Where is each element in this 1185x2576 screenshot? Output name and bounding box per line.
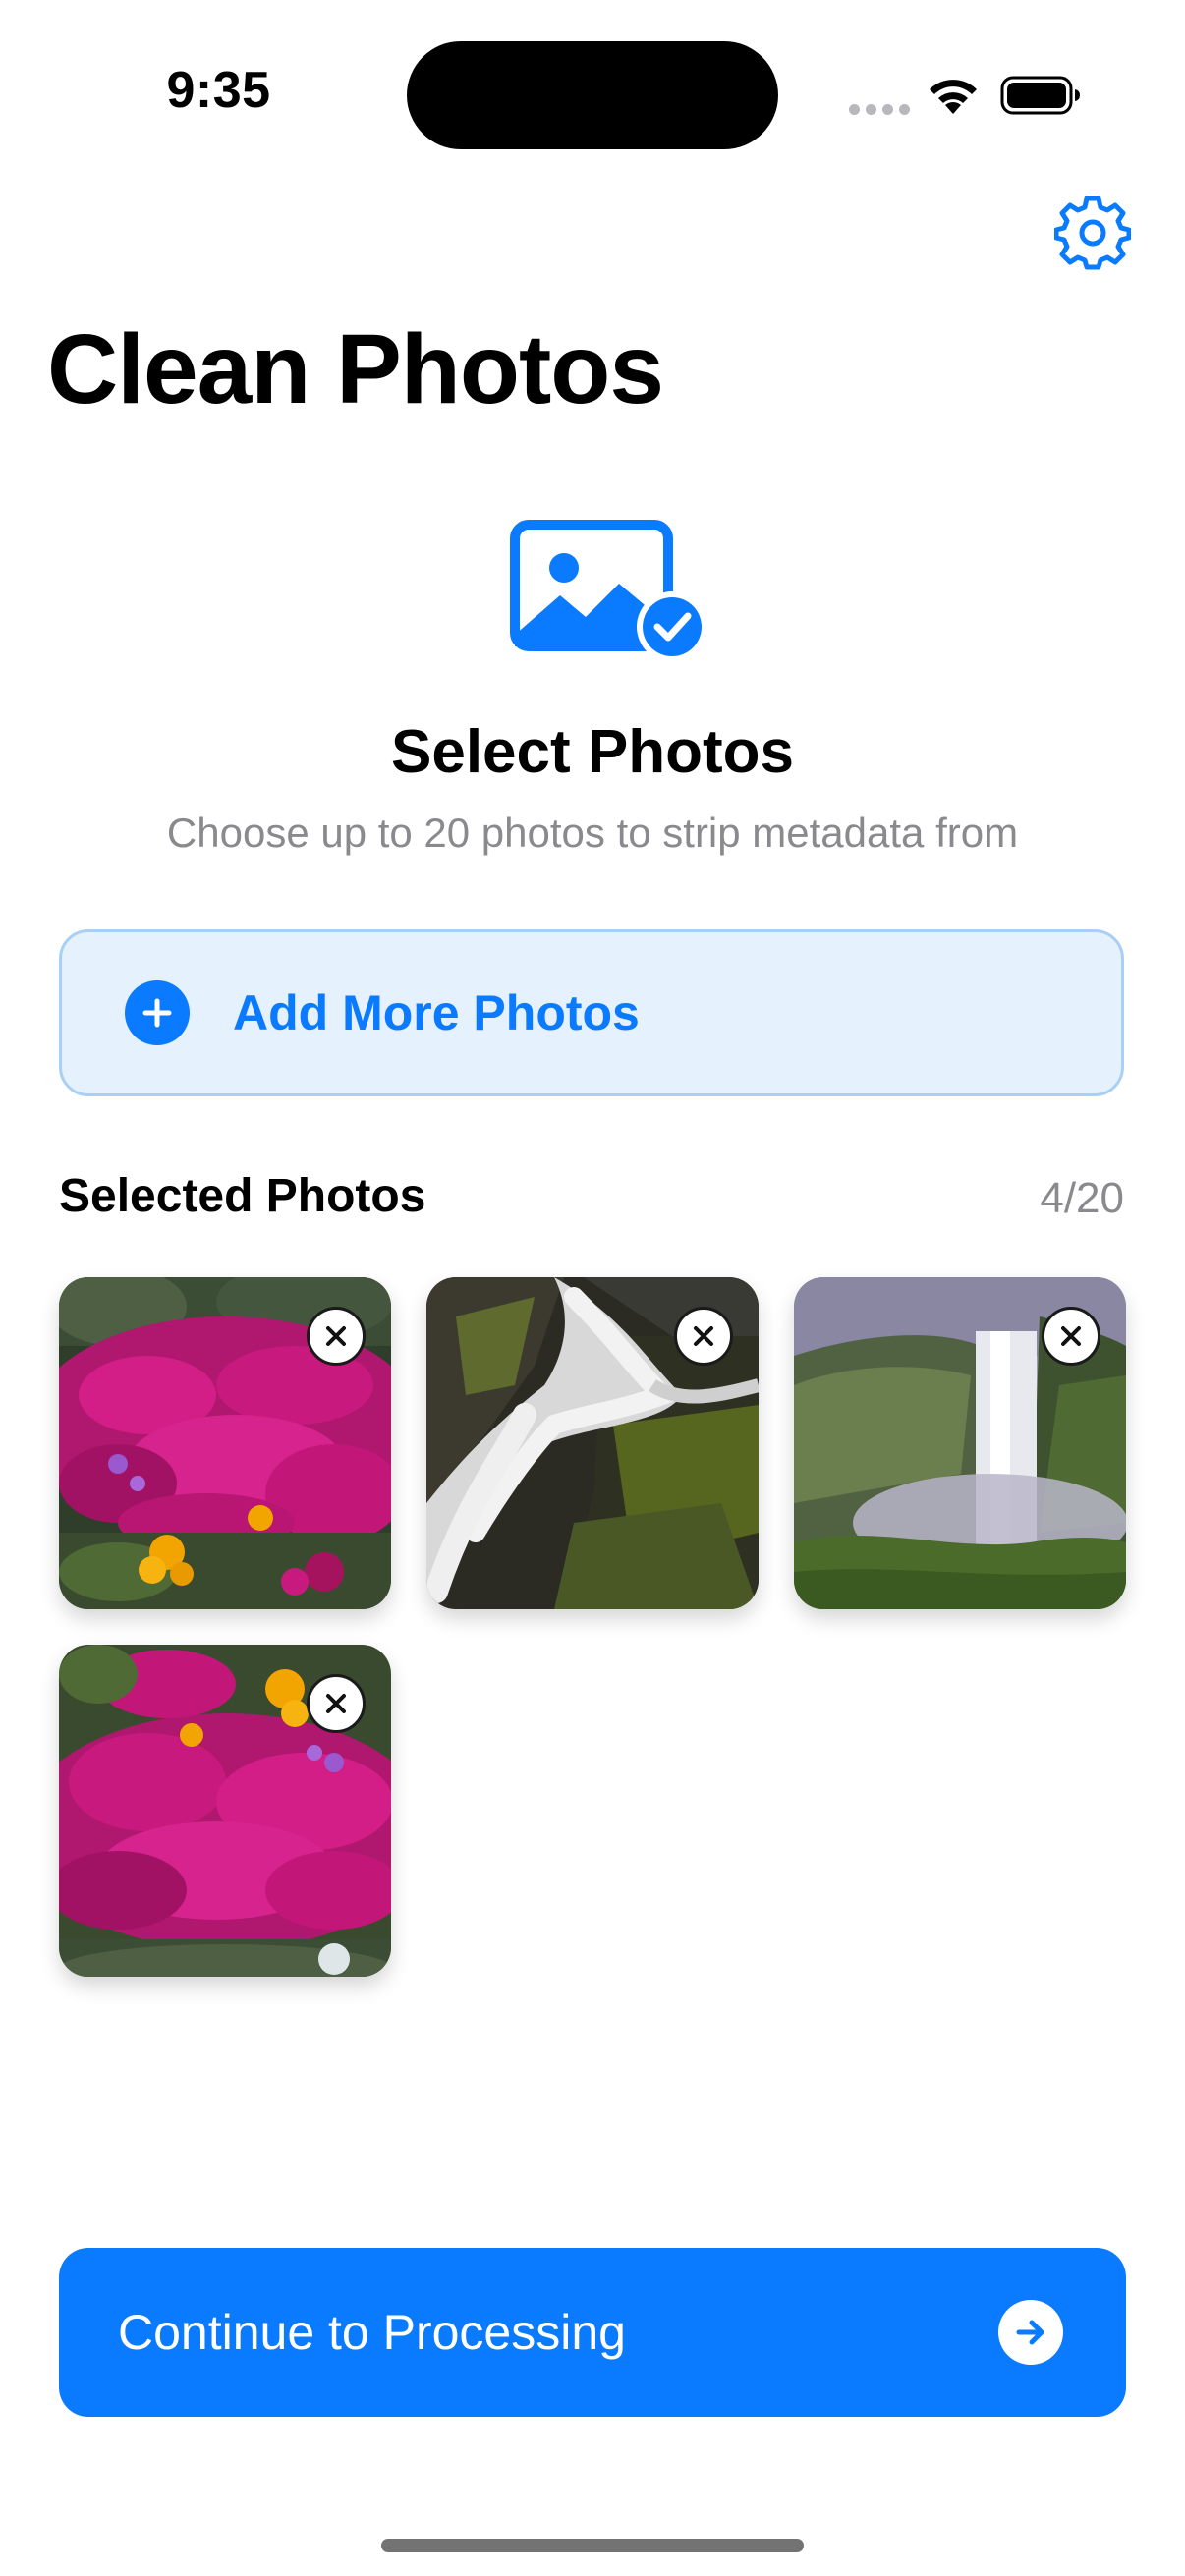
remove-photo-button[interactable]: [307, 1307, 366, 1366]
status-time: 9:35: [166, 62, 271, 119]
arrow-right-circle-icon: [998, 2300, 1063, 2365]
cellular-signal-icon: [849, 104, 910, 115]
plus-circle-icon: [125, 980, 190, 1045]
close-icon: [326, 1326, 346, 1346]
gear-icon: [1054, 196, 1131, 270]
selected-photos-heading: Selected Photos: [59, 1170, 426, 1222]
dynamic-island: [407, 41, 778, 149]
close-icon: [1061, 1326, 1081, 1346]
selected-count: 4/20: [1040, 1174, 1124, 1222]
page-title: Clean Photos: [47, 314, 664, 424]
remove-photo-button[interactable]: [307, 1674, 366, 1733]
photo-thumbnail[interactable]: [794, 1277, 1126, 1609]
settings-button[interactable]: [1051, 193, 1134, 275]
continue-to-processing-button[interactable]: Continue to Processing: [59, 2248, 1126, 2417]
photo-thumbnail[interactable]: [59, 1645, 391, 1977]
battery-icon: [1000, 76, 1080, 115]
hero-title: Select Photos: [391, 718, 794, 786]
add-more-photos-button[interactable]: Add More Photos: [59, 929, 1124, 1096]
hero-subtitle: Choose up to 20 photos to strip metadata…: [166, 810, 1019, 856]
remove-photo-button[interactable]: [1042, 1307, 1100, 1366]
home-indicator[interactable]: [381, 2539, 804, 2552]
wifi-icon: [930, 80, 977, 114]
close-icon: [694, 1326, 713, 1346]
photo-thumbnail[interactable]: [426, 1277, 759, 1609]
close-icon: [326, 1694, 346, 1713]
remove-photo-button[interactable]: [674, 1307, 733, 1366]
photo-thumbnail[interactable]: [59, 1277, 391, 1609]
add-more-photos-label: Add More Photos: [233, 985, 640, 1040]
photo-badge-checkmark-icon: [510, 520, 707, 662]
continue-label: Continue to Processing: [118, 2305, 626, 2360]
